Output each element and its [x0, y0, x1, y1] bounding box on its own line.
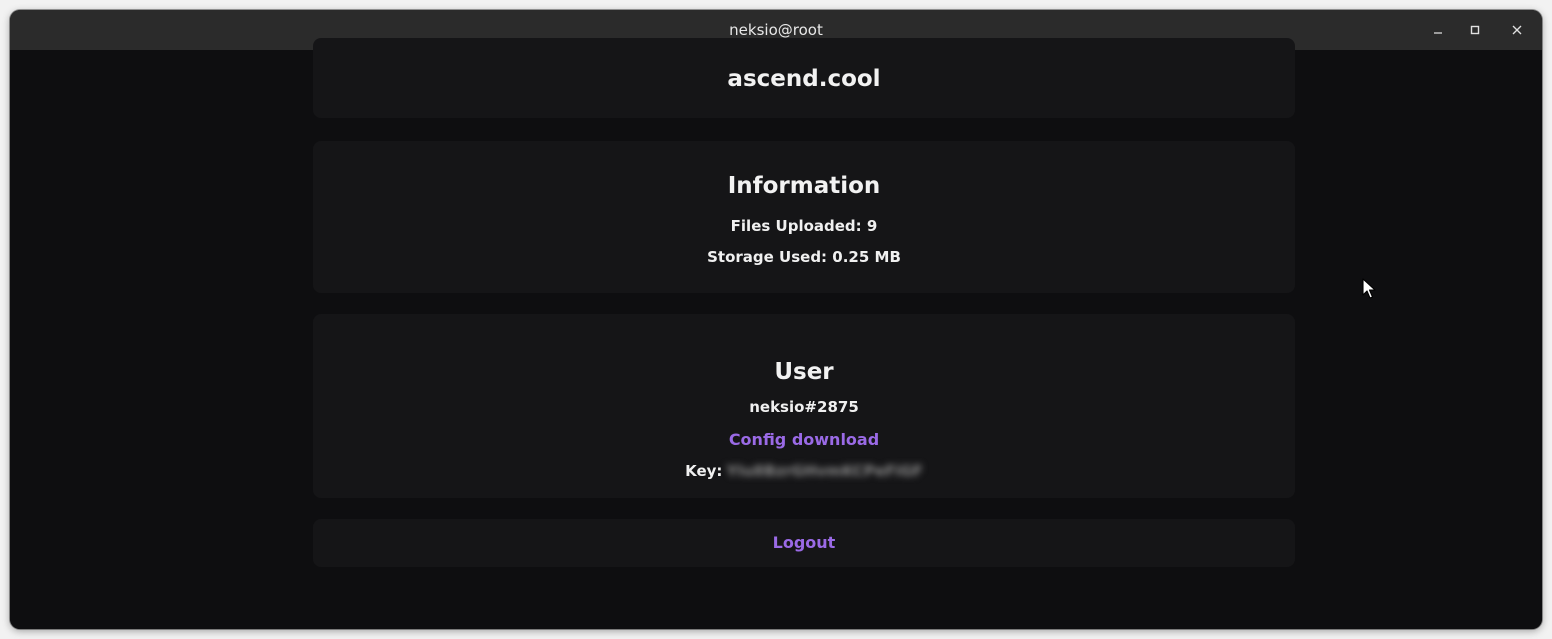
minimize-icon	[1434, 32, 1442, 34]
close-icon	[1512, 25, 1522, 35]
information-heading: Information	[727, 173, 881, 199]
key-row: Key: YIu8BzrGHvmKCPeFiGF	[313, 461, 1295, 481]
site-card: ascend.cool	[313, 38, 1295, 118]
app-window: neksio@root ascend.cool Information File…	[10, 10, 1542, 629]
key-value-blurred[interactable]: YIu8BzrGHvmKCPeFiGF	[726, 461, 922, 481]
logout-link[interactable]: Logout	[313, 532, 1295, 554]
config-download-link[interactable]: Config download	[313, 429, 1295, 451]
user-heading: User	[774, 359, 834, 385]
close-button[interactable]	[1507, 20, 1527, 40]
files-uploaded-stat: Files Uploaded: 9	[730, 217, 878, 235]
main-content[interactable]: ascend.cool Information Files Uploaded: …	[10, 38, 1542, 629]
maximize-button[interactable]	[1465, 20, 1485, 40]
user-card: User neksio#2875 Config download Key: YIu…	[313, 314, 1295, 498]
storage-used-stat: Storage Used: 0.25 MB	[707, 248, 901, 266]
information-card: Information Files Uploaded: 9 Storage Us…	[313, 141, 1295, 293]
logout-card: Logout	[313, 519, 1295, 567]
minimize-button[interactable]	[1428, 20, 1448, 40]
username: neksio#2875	[749, 398, 859, 416]
mouse-cursor-icon	[1362, 278, 1376, 299]
key-label: Key:	[685, 462, 723, 480]
site-title: ascend.cool	[727, 66, 881, 92]
maximize-icon	[1470, 25, 1480, 35]
